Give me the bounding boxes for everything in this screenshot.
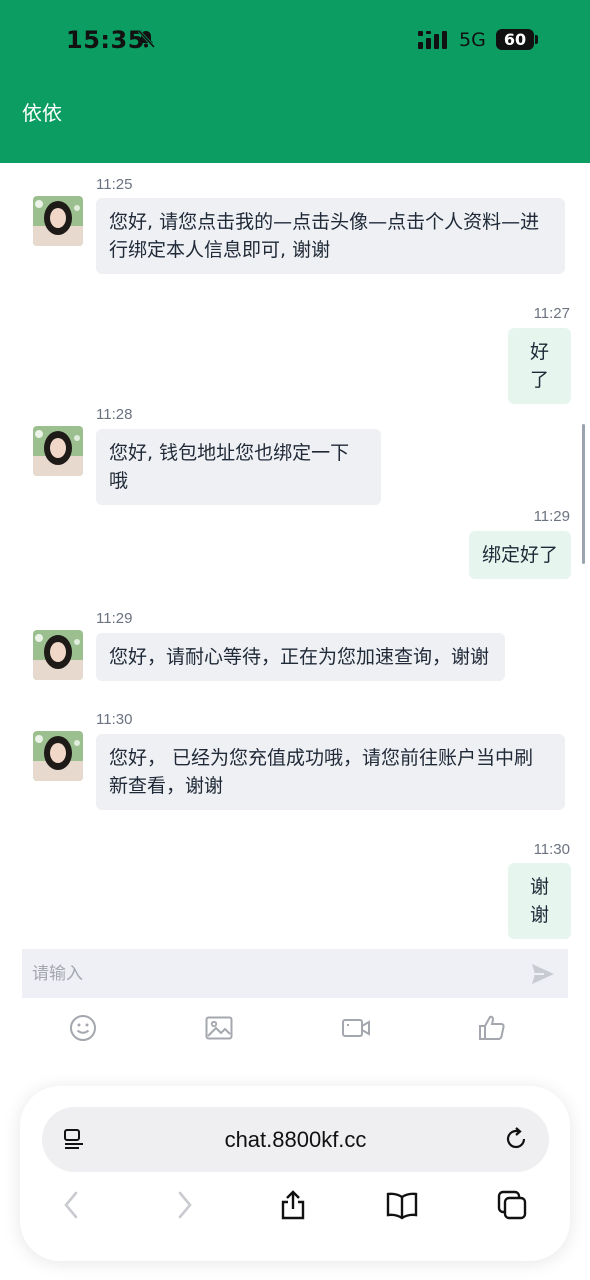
outgoing-message-bubble: 好了 <box>508 328 571 404</box>
message-text-line: 新查看，谢谢 <box>109 775 224 797</box>
message-composer <box>22 949 568 998</box>
outgoing-message-bubble: 绑定好了 <box>469 531 571 579</box>
incoming-message-bubble: 您好，请耐心等待，正在为您加速查询，谢谢 <box>96 633 505 681</box>
scrollbar[interactable] <box>582 424 585 564</box>
outgoing-message-bubble: 谢谢 <box>508 863 571 939</box>
message-timestamp: 11:25 <box>96 176 133 193</box>
share-icon[interactable] <box>277 1189 309 1221</box>
message-timestamp: 11:30 <box>96 711 133 728</box>
incoming-message-bubble: 您好, 请您点击我的—点击头像—点击个人资料—进 行绑定本人信息即可, 谢谢 <box>96 198 565 274</box>
message-text-line: 行绑定本人信息即可, 谢谢 <box>109 239 331 261</box>
message-text-line: 您好， 已经为您充值成功哦，请您前往账户当中刷 <box>109 747 534 769</box>
network-type: 5G <box>459 29 486 51</box>
bell-muted-icon <box>137 29 156 49</box>
message-text: 您好，请耐心等待，正在为您加速查询，谢谢 <box>109 646 490 668</box>
battery-level: 60 <box>503 30 527 49</box>
contact-avatar[interactable] <box>33 630 83 680</box>
contact-avatar[interactable] <box>33 731 83 781</box>
message-timestamp: 11:28 <box>96 406 133 423</box>
contact-avatar[interactable] <box>33 196 83 246</box>
incoming-message-bubble: 您好， 已经为您充值成功哦，请您前往账户当中刷 新查看，谢谢 <box>96 734 565 810</box>
message-text: 好了 <box>529 341 549 391</box>
forward-icon[interactable] <box>168 1189 200 1221</box>
message-text: 绑定好了 <box>482 544 559 566</box>
reload-icon[interactable] <box>503 1126 529 1152</box>
battery-tip <box>535 35 538 44</box>
message-text-line: 您好, 请您点击我的—点击头像—点击个人资料—进 <box>109 211 540 233</box>
tabs-icon[interactable] <box>496 1189 528 1221</box>
message-text: 您好, 钱包地址您也绑定一下哦 <box>109 442 350 492</box>
message-timestamp: 11:30 <box>533 841 570 858</box>
image-icon[interactable] <box>204 1013 234 1043</box>
video-icon[interactable] <box>341 1013 371 1043</box>
cellular-signal-icon <box>418 31 447 49</box>
message-timestamp: 11:27 <box>533 305 570 322</box>
url-text[interactable]: chat.8800kf.cc <box>42 1107 549 1172</box>
chat-header: 15:35 5G 60 依依 <box>0 0 590 163</box>
battery-icon: 60 <box>496 29 534 50</box>
message-timestamp: 11:29 <box>533 508 570 525</box>
send-icon[interactable] <box>530 961 556 987</box>
thumbs-up-icon[interactable] <box>477 1013 507 1043</box>
message-text: 谢谢 <box>529 876 549 926</box>
emoji-icon[interactable] <box>68 1013 98 1043</box>
contact-avatar[interactable] <box>33 426 83 476</box>
bookmarks-icon[interactable] <box>386 1189 418 1221</box>
message-timestamp: 11:29 <box>96 610 133 627</box>
chat-title: 依依 <box>22 101 62 125</box>
incoming-message-bubble: 您好, 钱包地址您也绑定一下哦 <box>96 429 381 505</box>
back-icon[interactable] <box>56 1189 88 1221</box>
address-bar[interactable]: chat.8800kf.cc <box>42 1107 549 1172</box>
status-time: 15:35 <box>66 26 145 54</box>
browser-toolbar: chat.8800kf.cc <box>20 1086 570 1261</box>
message-input[interactable] <box>32 959 512 989</box>
